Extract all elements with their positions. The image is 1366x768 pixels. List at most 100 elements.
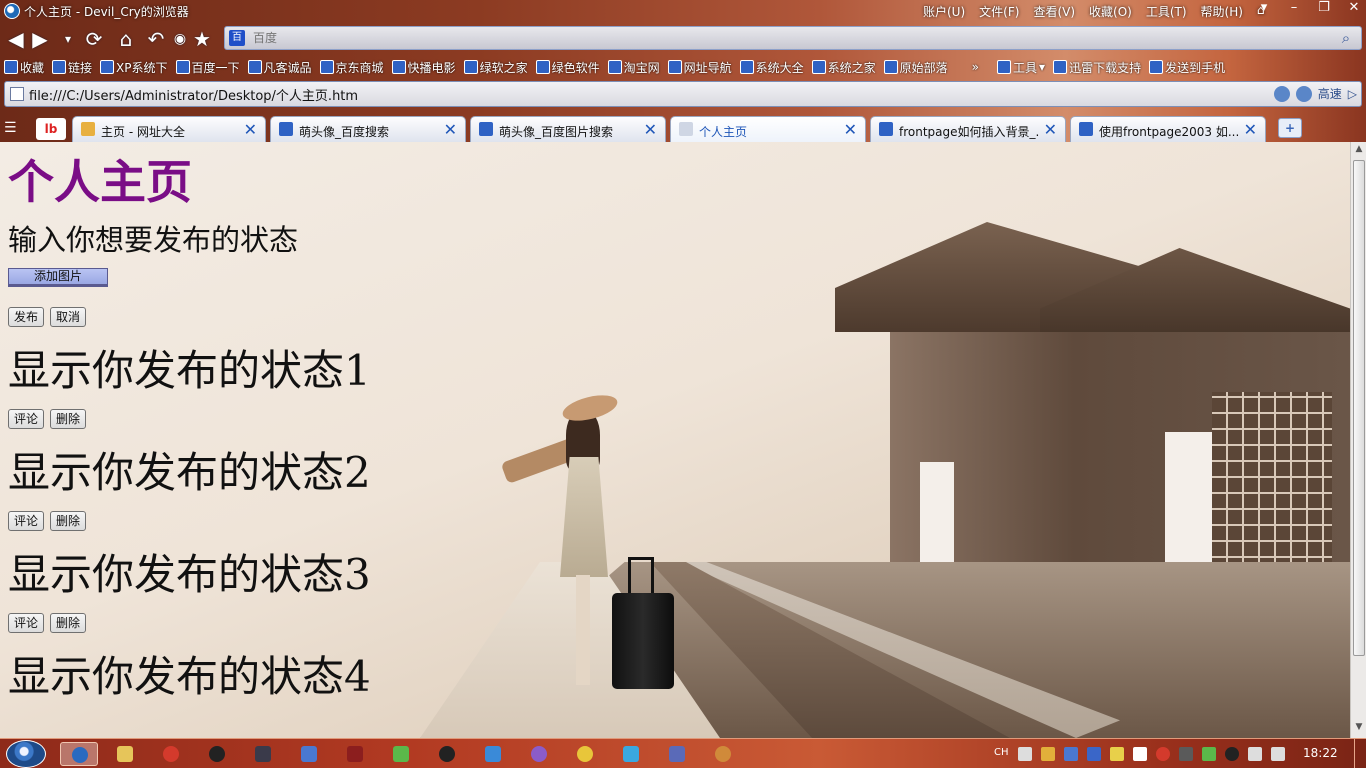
taskbar-app-red[interactable] [152, 742, 190, 766]
fav-syshome[interactable]: 系统之家 [808, 59, 880, 76]
taskbar-app-yellow[interactable] [566, 742, 604, 766]
taskbar-qq-2[interactable] [428, 742, 466, 766]
menu-tools[interactable]: 工具(T) [1139, 3, 1194, 20]
show-desktop-button[interactable] [1354, 739, 1366, 768]
close-icon[interactable]: ✕ [1244, 120, 1257, 139]
dropdown-icon[interactable]: ▾ [1256, 0, 1272, 15]
scroll-up-icon[interactable]: ▲ [1353, 144, 1365, 158]
speed-mode-button[interactable]: 高速 [1318, 85, 1342, 102]
back-icon[interactable]: ◀ [4, 27, 28, 51]
close-window-icon[interactable]: ✕ [1346, 0, 1362, 15]
close-icon[interactable]: ✕ [844, 120, 857, 139]
tray-app-icon[interactable] [1063, 747, 1078, 761]
tab-frontpage-1[interactable]: frontpage如何插入背景_... ✕ [870, 116, 1066, 142]
forward-icon[interactable]: ▶ [28, 27, 52, 51]
taskbar-app-cube[interactable] [474, 742, 512, 766]
tray-app-icon[interactable] [1155, 747, 1170, 761]
fav-greensoft[interactable]: 绿软之家 [460, 59, 532, 76]
clock[interactable]: 18:22 [1303, 746, 1338, 760]
favorite-star-icon[interactable]: ★ [190, 27, 214, 51]
new-tab-icon[interactable]: + [1278, 118, 1302, 138]
qq-icon[interactable] [1224, 747, 1239, 761]
add-image-button[interactable]: 添加图片 [8, 268, 108, 287]
delete-button[interactable]: 删除 [50, 409, 87, 429]
reader-icon[interactable] [1295, 85, 1312, 102]
fav-links[interactable]: 链接 [48, 59, 96, 76]
taskbar-frontpage[interactable] [336, 742, 374, 766]
tray-app-icon[interactable] [1178, 747, 1193, 761]
minimize-icon[interactable]: – [1286, 0, 1302, 15]
language-indicator[interactable]: CH [994, 747, 1009, 761]
delete-button[interactable]: 删除 [50, 511, 87, 531]
menu-file[interactable]: 文件(F) [972, 3, 1026, 20]
taskbar-app-blue[interactable] [290, 742, 328, 766]
close-icon[interactable]: ✕ [444, 120, 457, 139]
taskbar-steam[interactable] [244, 742, 282, 766]
menu-help[interactable]: 帮助(H) [1194, 3, 1250, 20]
security-icon[interactable] [1273, 85, 1290, 102]
sync-icon[interactable]: ◉ [168, 27, 192, 51]
fav-pc-green[interactable]: 绿色软件 [532, 59, 604, 76]
fav-tribe[interactable]: 原始部落 [880, 59, 952, 76]
network-icon[interactable] [1247, 747, 1262, 761]
delete-button[interactable]: 删除 [50, 613, 87, 633]
fav-jd[interactable]: 京东商城 [316, 59, 388, 76]
tab-home[interactable]: 主页 - 网址大全 ✕ [72, 116, 266, 142]
taskbar-browser[interactable] [60, 742, 98, 766]
tab-personal-home[interactable]: 个人主页 ✕ [670, 116, 866, 142]
fav-baidu[interactable]: 百度一下 [172, 59, 244, 76]
search-input[interactable] [253, 29, 1323, 47]
refresh-icon[interactable]: ⟳ [82, 27, 106, 51]
comment-button[interactable]: 评论 [8, 613, 45, 633]
shield-icon[interactable] [1109, 747, 1124, 761]
history-dropdown-icon[interactable]: ▾ [56, 27, 80, 51]
home-icon[interactable]: ⌂ [114, 27, 138, 51]
close-icon[interactable]: ✕ [244, 120, 257, 139]
close-icon[interactable]: ✕ [1044, 120, 1057, 139]
start-button-icon[interactable] [6, 740, 46, 768]
fav-nav[interactable]: 网址导航 [664, 59, 736, 76]
menu-favorites[interactable]: 收藏(O) [1082, 3, 1139, 20]
undo-close-icon[interactable]: ↶ [144, 27, 168, 51]
taskbar-explorer[interactable] [106, 742, 144, 766]
taskbar-app-purple[interactable] [520, 742, 558, 766]
favorites-overflow[interactable]: » [968, 60, 983, 74]
fav-vancl[interactable]: 凡客诚品 [244, 59, 316, 76]
tab-frontpage-2[interactable]: 使用frontpage2003 如... ✕ [1070, 116, 1266, 142]
keyboard-icon[interactable] [1017, 747, 1032, 761]
favorites-menu[interactable]: 收藏 [0, 59, 48, 76]
taskbar-app-green[interactable] [382, 742, 420, 766]
tray-app-icon[interactable] [1132, 747, 1147, 761]
close-icon[interactable]: ✕ [644, 120, 657, 139]
taskbar-app-people[interactable] [704, 742, 742, 766]
tab-menu-icon[interactable]: ☰ [4, 120, 17, 136]
restore-icon[interactable]: ❐ [1316, 0, 1332, 15]
fav-xp[interactable]: XP系统下 [96, 59, 171, 76]
send-to-phone[interactable]: 发送到手机 [1145, 59, 1229, 76]
vertical-scrollbar[interactable]: ▲ ▼ [1350, 142, 1366, 738]
taskbar-qq[interactable] [198, 742, 236, 766]
comment-button[interactable]: 评论 [8, 511, 45, 531]
go-icon[interactable]: ▷ [1348, 87, 1357, 101]
scroll-down-icon[interactable]: ▼ [1353, 722, 1365, 736]
menu-view[interactable]: 查看(V) [1026, 3, 1082, 20]
address-input[interactable] [29, 85, 1209, 103]
taskbar-app-disc[interactable] [658, 742, 696, 766]
xunlei-support[interactable]: 迅雷下载支持 [1049, 59, 1145, 76]
tray-app-icon[interactable] [1086, 747, 1101, 761]
fav-sysall[interactable]: 系统大全 [736, 59, 808, 76]
tray-app-icon[interactable] [1040, 747, 1055, 761]
cancel-button[interactable]: 取消 [50, 307, 87, 327]
volume-icon[interactable] [1270, 747, 1285, 761]
comment-button[interactable]: 评论 [8, 409, 45, 429]
taskbar-app-chat[interactable] [612, 742, 650, 766]
tray-app-icon[interactable] [1201, 747, 1216, 761]
tools-menu[interactable]: 工具 ▾ [993, 59, 1049, 76]
search-icon[interactable]: ⌕ [1337, 29, 1355, 47]
baidu-engine-icon[interactable]: 百 [229, 30, 245, 46]
pinned-tab-icon[interactable]: lb [36, 118, 66, 140]
tab-search-1[interactable]: 萌头像_百度搜索 ✕ [270, 116, 466, 142]
fav-taobao[interactable]: 淘宝网 [604, 59, 664, 76]
tab-search-2[interactable]: 萌头像_百度图片搜索 ✕ [470, 116, 666, 142]
menu-account[interactable]: 账户(U) [916, 3, 972, 20]
